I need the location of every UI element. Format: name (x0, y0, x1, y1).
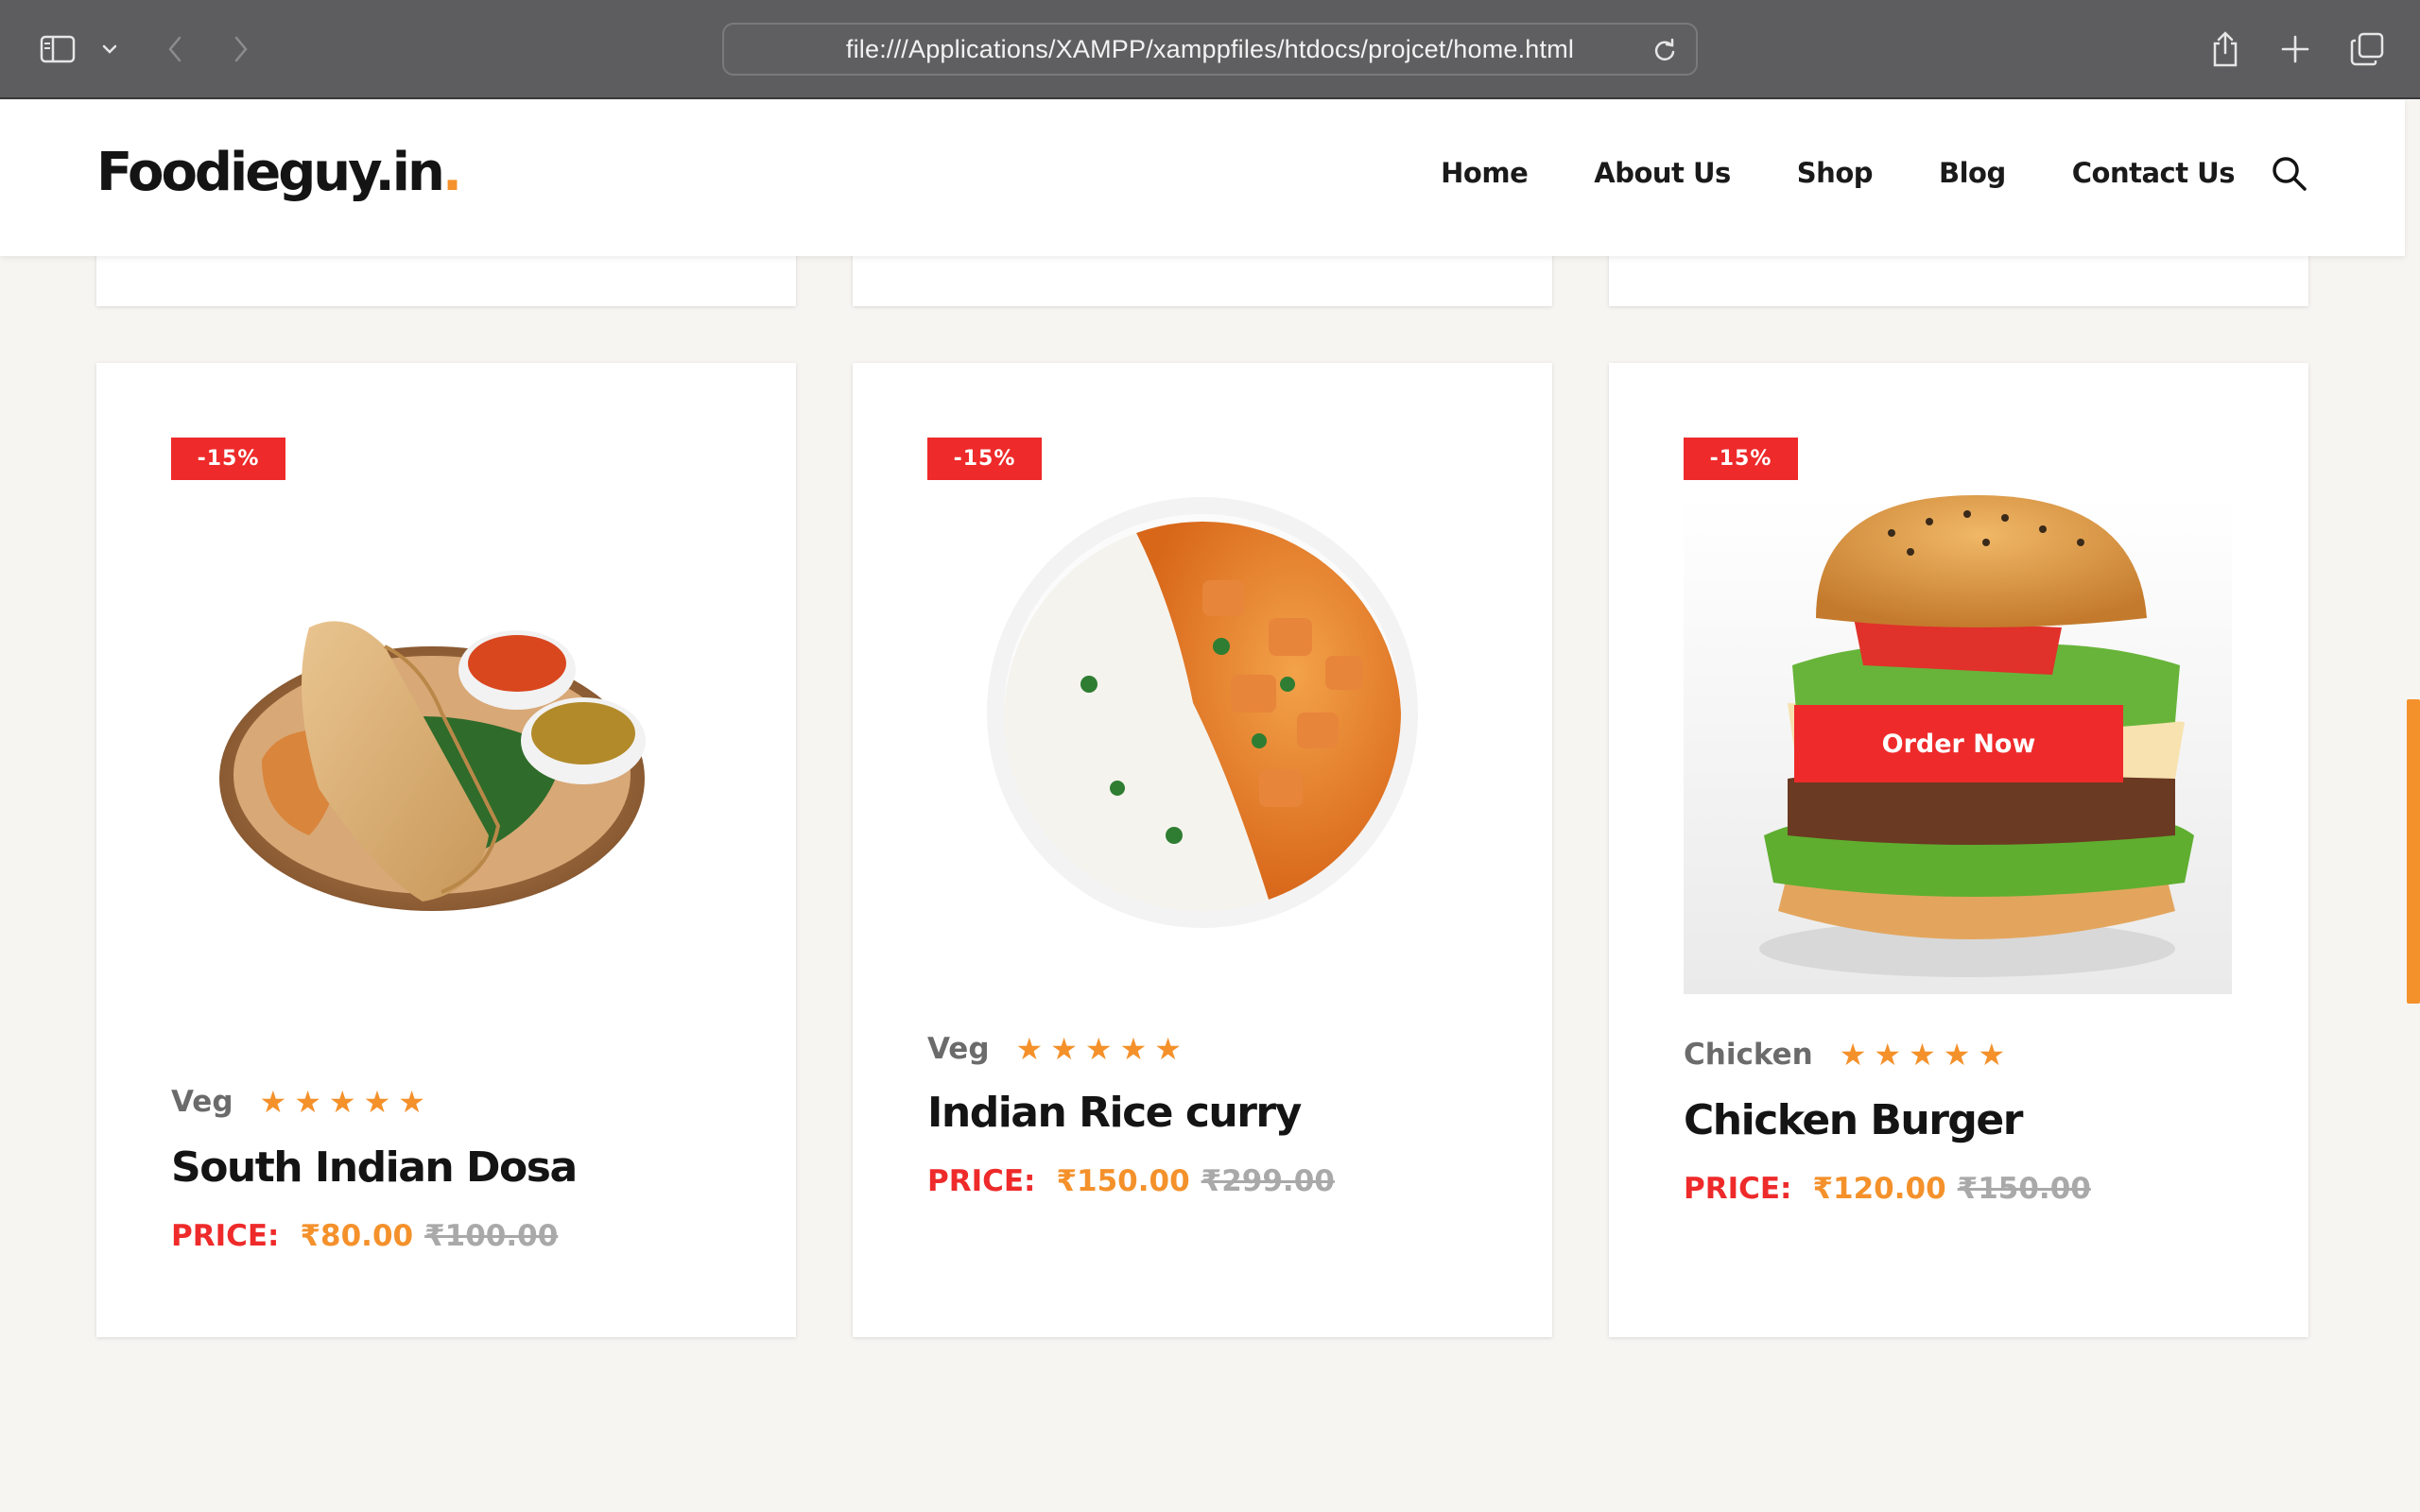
rice-curry-bowl-image (987, 497, 1418, 928)
star-icon: ★ (1154, 1032, 1182, 1066)
new-tab-plus-icon[interactable] (2278, 28, 2312, 70)
main-nav: Home About Us Shop Blog Contact Us (1441, 157, 2235, 189)
address-bar[interactable]: file:///Applications/XAMPP/xamppfiles/ht… (722, 23, 1698, 76)
star-icon: ★ (398, 1085, 425, 1119)
nav-blog[interactable]: Blog (1939, 157, 2006, 189)
nav-shop[interactable]: Shop (1797, 157, 1874, 189)
star-icon: ★ (294, 1085, 321, 1119)
star-icon: ★ (1119, 1032, 1148, 1066)
discount-badge: -15% (927, 438, 1042, 480)
price-label: PRICE: (927, 1164, 1036, 1198)
product-title[interactable]: Indian Rice curry (927, 1089, 1302, 1137)
star-icon: ★ (1909, 1038, 1936, 1072)
product-title[interactable]: South Indian Dosa (171, 1143, 578, 1192)
price-row: PRICE: ₹80.00 ₹100.00 (171, 1219, 558, 1253)
nav-home[interactable]: Home (1441, 157, 1529, 189)
nav-contact-us[interactable]: Contact Us (2072, 157, 2236, 189)
price-label: PRICE: (1684, 1172, 1792, 1206)
order-now-button[interactable]: Order Now (1794, 705, 2123, 782)
category-label: Veg (171, 1085, 233, 1119)
rating-stars: ★ ★ ★ ★ ★ (1840, 1040, 2005, 1070)
chevron-down-icon[interactable] (98, 28, 121, 70)
sidebar-toggle-icon[interactable] (38, 28, 78, 70)
star-icon: ★ (1084, 1032, 1113, 1066)
star-icon: ★ (1978, 1038, 2006, 1072)
old-price: ₹100.00 (424, 1219, 559, 1253)
old-price: ₹299.00 (1201, 1164, 1335, 1198)
category-label: Chicken (1684, 1038, 1813, 1072)
product-title[interactable]: Chicken Burger (1684, 1096, 2023, 1144)
nav-about-us[interactable]: About Us (1594, 157, 1731, 189)
product-meta: Veg ★ ★ ★ ★ ★ (171, 1085, 425, 1119)
browser-toolbar: file:///Applications/XAMPP/xamppfiles/ht… (0, 0, 2420, 99)
price-label: PRICE: (171, 1219, 280, 1253)
star-icon: ★ (1050, 1032, 1078, 1066)
search-icon[interactable] (2271, 155, 2308, 193)
price-row: PRICE: ₹120.00 ₹150.00 (1684, 1172, 2091, 1206)
product-meta: Veg ★ ★ ★ ★ ★ (927, 1032, 1182, 1066)
product-card[interactable]: -15% Order Now Chicken ★ ★ ★ ★ ★ Chicken… (1609, 363, 2308, 1337)
current-price: ₹150.00 (1056, 1164, 1190, 1198)
star-icon: ★ (1839, 1038, 1867, 1072)
rating-stars: ★ ★ ★ ★ ★ (1016, 1034, 1182, 1064)
share-icon[interactable] (2208, 28, 2242, 70)
category-label: Veg (927, 1032, 990, 1066)
back-arrow-icon[interactable] (161, 28, 189, 70)
dosa-plate-image (219, 621, 646, 911)
star-icon: ★ (1874, 1038, 1902, 1072)
rating-stars: ★ ★ ★ ★ ★ (260, 1087, 425, 1117)
star-icon: ★ (259, 1085, 287, 1119)
product-card[interactable]: -15% Veg ★ ★ ★ ★ ★ South Indian Dosa PRI… (96, 363, 796, 1337)
star-icon: ★ (1015, 1032, 1044, 1066)
tab-overview-icon[interactable] (2348, 28, 2386, 70)
old-price: ₹150.00 (1957, 1172, 2091, 1206)
price-row: PRICE: ₹150.00 ₹299.00 (927, 1164, 1335, 1198)
star-icon: ★ (1943, 1038, 1971, 1072)
site-header: Foodieguy.in. Home About Us Shop Blog Co… (0, 100, 2405, 256)
star-icon: ★ (328, 1085, 356, 1119)
current-price: ₹80.00 (300, 1219, 414, 1253)
scrollbar-thumb[interactable] (2407, 699, 2420, 1004)
product-meta: Chicken ★ ★ ★ ★ ★ (1684, 1038, 2005, 1072)
forward-arrow-icon[interactable] (227, 28, 255, 70)
discount-badge: -15% (1684, 438, 1798, 480)
product-card[interactable]: -15% Veg ★ ★ ★ ★ ★ Indian Rice curry PRI… (853, 363, 1552, 1337)
star-icon: ★ (363, 1085, 391, 1119)
site-logo[interactable]: Foodieguy.in. (96, 142, 462, 203)
discount-badge: -15% (171, 438, 285, 480)
current-price: ₹120.00 (1812, 1172, 1946, 1206)
reload-icon[interactable] (1651, 36, 1679, 64)
url-text: file:///Applications/XAMPP/xamppfiles/ht… (845, 34, 1575, 63)
